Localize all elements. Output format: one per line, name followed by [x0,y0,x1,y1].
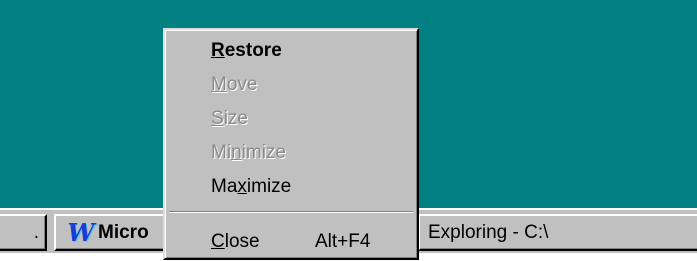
taskbar-button-partial[interactable]: . [0,214,47,251]
taskbar-button-explorer-label: Exploring - C:\ [428,221,549,243]
menu-item-size: Size [211,108,248,129]
menu-item-maximize[interactable]: Maximize [211,176,291,198]
menu-item-minimize: Minimize [211,142,286,163]
menu-item-restore[interactable]: Restore [211,40,282,62]
taskbar-button-word-label: Micro [98,221,149,243]
menu-separator [169,211,413,213]
menu-item-close-shortcut: Alt+F4 [315,231,371,252]
menu-item-move: Move [211,74,258,95]
taskbar-button-partial-label: . [33,221,39,243]
menu-item-close[interactable]: Close [211,231,260,253]
word-icon: W [67,218,95,247]
taskbar-button-explorer[interactable]: Exploring - C:\ [418,214,697,251]
system-menu: Restore Move Size Minimize Maximize Clos… [163,28,419,260]
taskbar-button-word[interactable]: W Micro [54,214,174,251]
